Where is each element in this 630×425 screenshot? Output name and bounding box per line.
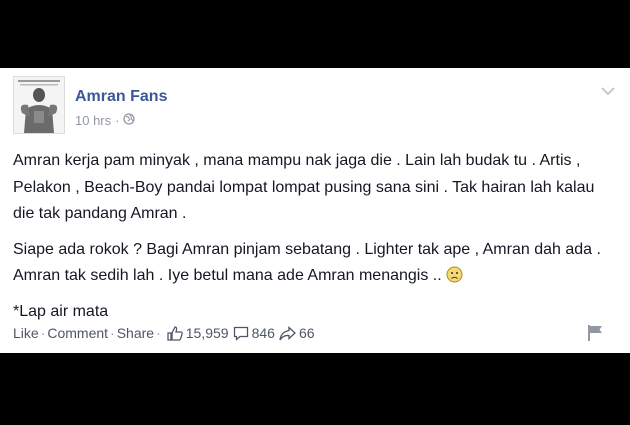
like-button[interactable]: Like: [13, 325, 39, 341]
post-meta: 10 hrs ·: [75, 113, 136, 128]
comment-bubble-icon: [233, 326, 248, 341]
chevron-down-icon[interactable]: [599, 84, 617, 98]
post-paragraph-1: Amran kerja pam minyak , mana mampu nak …: [13, 152, 595, 222]
post-paragraph-2: Siape ada rokok ? Bagi Amran pinjam seba…: [13, 237, 618, 290]
post-body: Amran kerja pam minyak , mana mampu nak …: [13, 148, 618, 334]
action-separator: ·: [110, 325, 115, 341]
share-arrow-icon: [279, 325, 296, 340]
post-paragraph-2-text: Siape ada rokok ? Bagi Amran pinjam seba…: [13, 240, 601, 285]
page-avatar[interactable]: [13, 76, 65, 134]
page-name-link[interactable]: Amran Fans: [75, 88, 167, 106]
share-button[interactable]: Share: [117, 325, 154, 341]
frown-emoticon-icon: [446, 266, 463, 283]
post-paragraph-3: *Lap air mata: [13, 302, 109, 320]
flag-icon[interactable]: [587, 324, 605, 342]
comments-count-link[interactable]: 846: [233, 325, 275, 341]
likes-count-link[interactable]: 15,959: [167, 325, 229, 341]
facebook-post: Amran Fans 10 hrs · Amran kerja pam miny…: [0, 68, 630, 353]
shares-count: 66: [298, 325, 315, 341]
likes-count: 15,959: [185, 325, 229, 341]
comment-button[interactable]: Comment: [47, 325, 108, 341]
shares-count-link[interactable]: 66: [279, 325, 315, 341]
action-separator: ·: [156, 325, 161, 341]
post-actions-bar: Like · Comment · Share · 15,959 846 66: [13, 323, 315, 343]
thumbs-up-icon: [167, 325, 183, 341]
comments-count: 846: [251, 325, 275, 341]
globe-icon[interactable]: [123, 113, 136, 128]
post-timestamp[interactable]: 10 hrs: [75, 113, 111, 128]
action-separator: ·: [40, 325, 46, 341]
meta-separator: ·: [115, 113, 120, 128]
